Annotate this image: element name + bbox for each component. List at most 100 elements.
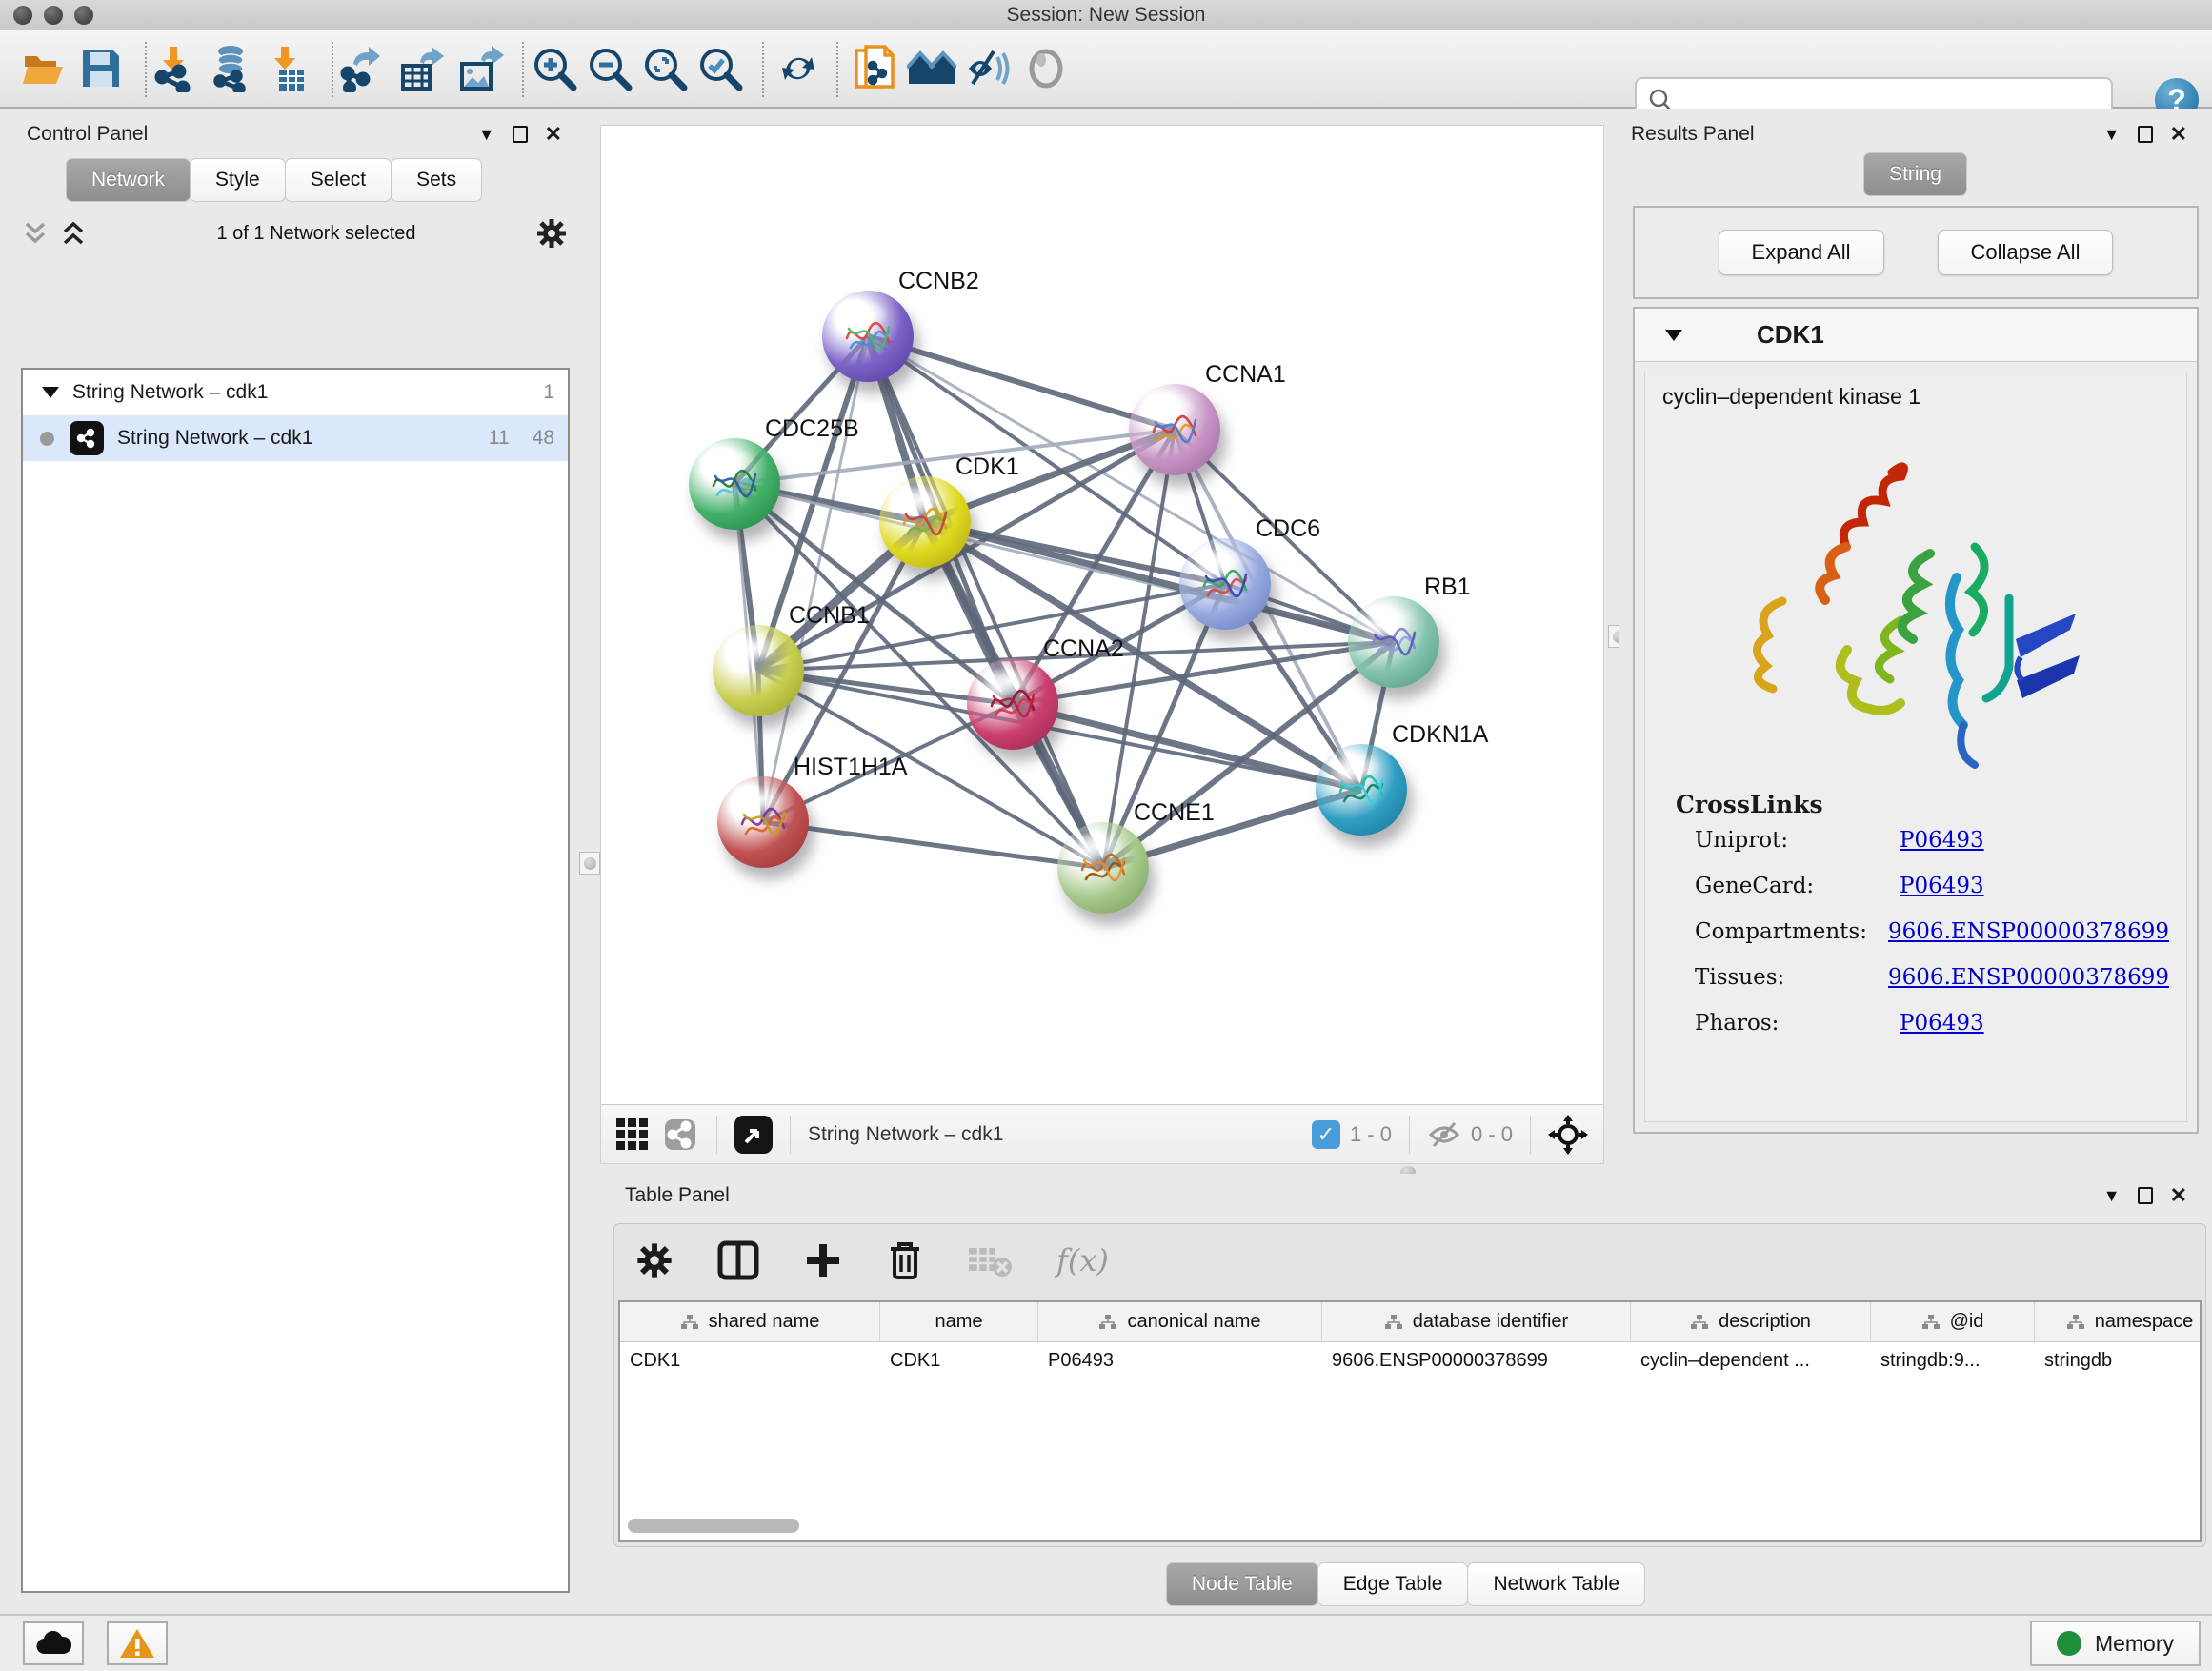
network-node-CDC6[interactable] (1179, 538, 1271, 630)
table-cell[interactable]: CDK1 (880, 1342, 1038, 1382)
section-collapse-icon[interactable] (1665, 330, 1682, 341)
gene-section-header[interactable]: CDK1 (1635, 309, 2197, 362)
table-cell[interactable]: stringdb:9... (1871, 1342, 2035, 1382)
hide-graphics-details-button[interactable] (964, 44, 1014, 93)
show-columns-icon[interactable] (717, 1240, 759, 1280)
network-node-CCNB1[interactable] (713, 625, 804, 716)
import-network-database-button[interactable] (206, 44, 255, 93)
warning-icon (119, 1627, 155, 1660)
zoom-out-button[interactable] (585, 44, 634, 93)
network-collection-row[interactable]: String Network – cdk1 1 (23, 370, 568, 415)
delete-column-icon[interactable] (887, 1239, 923, 1281)
export-network-button[interactable] (339, 44, 389, 93)
grid-mode-icon[interactable] (616, 1118, 648, 1150)
tab-node-table[interactable]: Node Table (1166, 1562, 1318, 1606)
export-image-button[interactable] (457, 44, 507, 93)
tab-network-table[interactable]: Network Table (1467, 1562, 1645, 1606)
table-cell[interactable]: stringdb (2035, 1342, 2202, 1382)
network-edge-HIST1H1A-CCNE1[interactable] (763, 822, 1103, 868)
left-splitter-handle[interactable] (579, 852, 600, 875)
tab-sets[interactable]: Sets (391, 158, 482, 202)
panel-float-icon[interactable] (2138, 1187, 2153, 1204)
add-column-icon[interactable] (803, 1240, 843, 1280)
save-session-button[interactable] (76, 44, 126, 93)
network-node-CDK1[interactable] (879, 476, 971, 568)
panel-menu-icon[interactable]: ▼ (478, 126, 495, 143)
column-header-canonical-name[interactable]: canonical name (1038, 1302, 1322, 1341)
expand-all-icon[interactable] (59, 221, 88, 246)
memory-button[interactable]: Memory (2030, 1621, 2201, 1666)
column-header-shared-name[interactable]: shared name (620, 1302, 880, 1341)
expand-all-button[interactable]: Expand All (1719, 230, 1884, 275)
collapse-all-icon[interactable] (21, 221, 50, 246)
tab-style[interactable]: Style (190, 158, 286, 202)
zoom-in-button[interactable] (530, 44, 579, 93)
table-panel-title: Table Panel (625, 1184, 730, 1207)
birds-eye-view-icon[interactable] (734, 1116, 773, 1154)
status-separator (1409, 1116, 1410, 1154)
crosslink-link[interactable]: P06493 (1900, 828, 1984, 853)
gear-icon[interactable] (535, 217, 568, 250)
network-edge-CCNB2-CCNA1[interactable] (868, 336, 1175, 430)
import-network-icon (151, 45, 196, 92)
network-node-CCNA1[interactable] (1129, 384, 1220, 475)
network-node-CCNB2[interactable] (822, 291, 914, 382)
tree-expand-icon[interactable] (42, 387, 59, 398)
memory-status-dot (2057, 1631, 2081, 1656)
column-header-description[interactable]: description (1631, 1302, 1871, 1341)
tab-network[interactable]: Network (66, 158, 191, 202)
birds-eye-toolbar-button[interactable] (1021, 44, 1071, 93)
tab-edge-table[interactable]: Edge Table (1317, 1562, 1469, 1606)
open-session-button[interactable] (19, 44, 69, 93)
home-view-button[interactable] (907, 44, 956, 93)
table-gear-icon[interactable] (635, 1241, 674, 1279)
tab-string[interactable]: String (1863, 152, 1967, 196)
table-cell[interactable]: P06493 (1038, 1342, 1322, 1382)
panel-float-icon[interactable] (513, 126, 528, 143)
panel-menu-icon[interactable]: ▼ (2103, 126, 2121, 143)
column-header-name[interactable]: name (880, 1302, 1038, 1341)
crosslink-link[interactable]: 9606.ENSP00000378699 (1888, 965, 2169, 990)
column-header--id[interactable]: @id (1871, 1302, 2035, 1341)
panel-close-icon[interactable]: ✕ (2170, 1183, 2187, 1208)
import-network-file-button[interactable] (149, 44, 198, 93)
zoom-fit-button[interactable] (640, 44, 690, 93)
panel-float-icon[interactable] (2138, 126, 2153, 143)
network-canvas[interactable]: CCNB2CCNA1CDC25BCDK1CDC6RB1CCNB1CCNA2CDK… (601, 126, 1605, 1106)
import-table-button[interactable] (263, 44, 312, 93)
network-node-CDC25B[interactable] (689, 438, 780, 530)
crosslink-link[interactable]: 9606.ENSP00000378699 (1888, 919, 2169, 944)
panel-menu-icon[interactable]: ▼ (2103, 1187, 2121, 1204)
column-label: @id (1950, 1311, 1984, 1333)
warnings-button[interactable] (107, 1621, 168, 1665)
crosslink-link[interactable]: P06493 (1900, 1011, 1984, 1036)
share-document-button[interactable] (850, 44, 899, 93)
table-cell[interactable]: 9606.ENSP00000378699 (1322, 1342, 1631, 1382)
collapse-all-button[interactable]: Collapse All (1938, 230, 2114, 275)
table-cell[interactable]: cyclin–dependent ... (1631, 1342, 1871, 1382)
panel-close-icon[interactable]: ✕ (545, 122, 562, 147)
horizontal-scrollbar[interactable] (628, 1519, 799, 1533)
network-node-RB1[interactable] (1348, 596, 1439, 688)
table-row[interactable]: CDK1CDK1P064939606.ENSP00000378699cyclin… (620, 1342, 2200, 1382)
tab-select[interactable]: Select (285, 158, 392, 202)
network-row[interactable]: String Network – cdk1 11 48 (23, 415, 568, 461)
table-cell[interactable]: CDK1 (620, 1342, 880, 1382)
crosslink-link[interactable]: P06493 (1900, 874, 1984, 898)
hidden-eye-icon[interactable] (1427, 1120, 1461, 1149)
network-node-HIST1H1A[interactable] (717, 776, 809, 868)
network-node-CDKN1A[interactable] (1316, 744, 1407, 836)
network-selection-summary: 1 of 1 Network selected (97, 223, 535, 245)
network-node-CCNE1[interactable] (1057, 822, 1149, 914)
zoom-selected-button[interactable] (695, 44, 745, 93)
panel-close-icon[interactable]: ✕ (2170, 122, 2187, 147)
share-view-icon[interactable] (661, 1116, 699, 1154)
pan-crosshair-icon[interactable] (1548, 1115, 1588, 1155)
export-table-button[interactable] (398, 44, 448, 93)
column-header-namespace[interactable]: namespace (2035, 1302, 2202, 1341)
column-header-database-identifier[interactable]: database identifier (1322, 1302, 1631, 1341)
selected-checkbox-icon[interactable]: ✓ (1312, 1120, 1340, 1149)
network-node-CCNA2[interactable] (967, 658, 1058, 750)
cloud-status-button[interactable] (23, 1621, 84, 1665)
apply-layout-button[interactable] (774, 44, 823, 93)
